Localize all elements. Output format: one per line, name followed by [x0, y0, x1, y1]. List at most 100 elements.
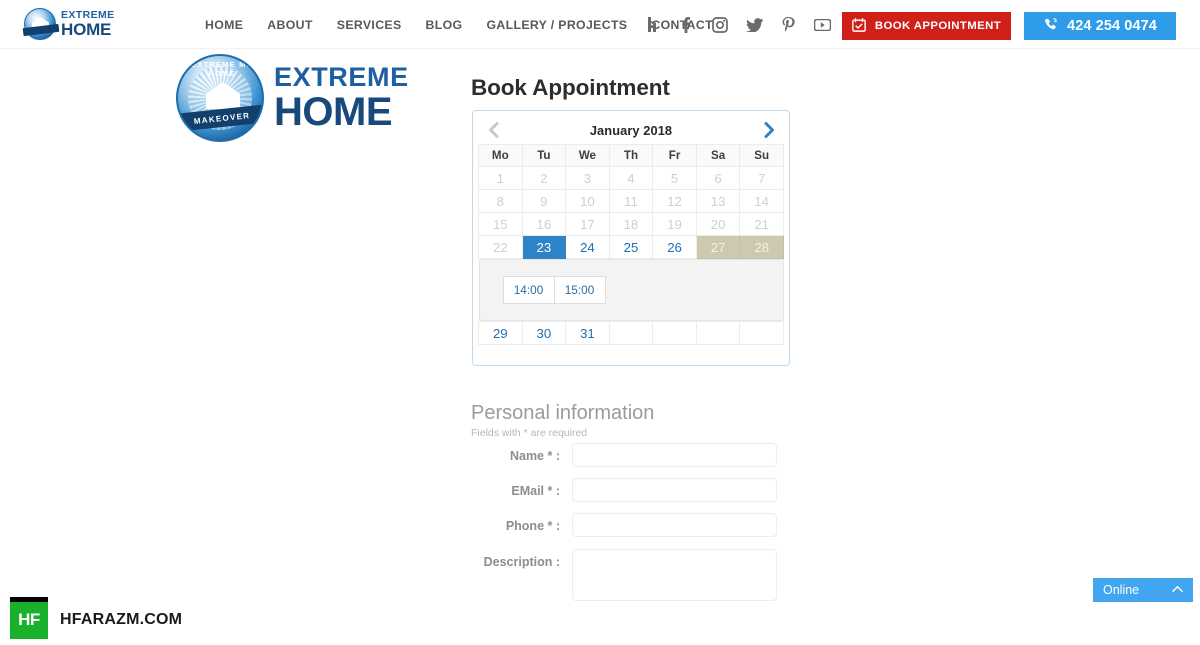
form-row-phone: Phone * : [440, 513, 792, 539]
calendar-day-4[interactable]: 4 [608, 166, 654, 190]
chevron-right-icon[interactable] [756, 118, 782, 142]
description-field[interactable] [572, 549, 777, 601]
calendar-day-28[interactable]: 28 [739, 235, 784, 259]
phone-button[interactable]: 424 254 0474 [1024, 12, 1176, 40]
houzz-icon[interactable] [643, 16, 661, 34]
description-label: Description : [483, 555, 560, 569]
calendar-day-29[interactable]: 29 [478, 321, 523, 345]
nav-item-blog[interactable]: BLOG [426, 18, 463, 32]
calendar-day-empty [652, 321, 697, 345]
nav-item-gallery-projects[interactable]: GALLERY / PROJECTS [486, 18, 627, 32]
calendar-day-9[interactable]: 9 [521, 189, 567, 213]
name-field[interactable] [572, 443, 777, 467]
weekday-th: Th [608, 144, 654, 167]
facebook-icon[interactable] [677, 16, 695, 34]
calendar-day-23[interactable]: 23 [521, 235, 567, 259]
weekday-mo: Mo [478, 144, 523, 167]
nav-item-home[interactable]: HOME [205, 18, 243, 32]
hero-logo: EXTREME ME HOME MAKEOVER EXTREME HOME [176, 52, 426, 144]
calendar-day-19[interactable]: 19 [652, 212, 697, 236]
calendar-day-empty [695, 321, 741, 345]
name-label: Name * : [509, 449, 560, 463]
calendar-week-row: 15 16 17 18 19 20 21 [478, 212, 784, 236]
book-appointment-button[interactable]: BOOK APPOINTMENT [842, 12, 1011, 40]
calendar-day-31[interactable]: 31 [565, 321, 610, 345]
calendar-day-26[interactable]: 26 [652, 235, 697, 259]
site-header: EXTREME HOME HOME ABOUT SERVICES BLOG GA… [0, 0, 1200, 49]
social-links [643, 0, 831, 49]
brand-line1: EXTREME [61, 8, 115, 21]
weekday-fr: Fr [652, 144, 697, 167]
calendar-day-1[interactable]: 1 [478, 166, 523, 190]
calendar-day-empty [608, 321, 654, 345]
calendar-week-row: 1234567 [478, 166, 784, 190]
calendar-body: 1 2 3 4 5 6 7 8 9 10 11 12 13 14 15 16 17 18 19 20 21 22 23 24 2… [478, 166, 784, 345]
weekday-sa: Sa [695, 144, 741, 167]
calendar-day-25[interactable]: 25 [608, 235, 654, 259]
calendar-header: January 2018 [478, 116, 784, 144]
calendar-day-15[interactable]: 15 [478, 212, 523, 236]
time-slot-row: 14:00 15:00 [478, 258, 784, 322]
hero-wordmark: EXTREME HOME [274, 62, 409, 134]
calendar-day-8[interactable]: 8 [478, 189, 523, 213]
brand-line2: HOME [61, 20, 112, 40]
calendar-day-17[interactable]: 17 [565, 212, 610, 236]
calendar-day-27[interactable]: 27 [695, 235, 741, 259]
calendar-day-7[interactable]: 7 [739, 166, 784, 190]
main-navigation: HOME ABOUT SERVICES BLOG GALLERY / PROJE… [205, 0, 713, 49]
time-slot-1400[interactable]: 14:00 [502, 276, 555, 304]
pinterest-icon[interactable] [779, 16, 797, 34]
calendar-day-24[interactable]: 24 [565, 235, 610, 259]
twitter-icon[interactable] [745, 16, 763, 34]
hero-word-extreme: EXTREME [274, 62, 409, 93]
phone-label: Phone * : [505, 519, 560, 533]
book-appointment-label: BOOK APPOINTMENT [874, 20, 1002, 32]
extreme-home-seal-icon [24, 8, 56, 40]
form-row-email: EMail * : [440, 478, 792, 504]
nav-item-services[interactable]: SERVICES [337, 18, 402, 32]
chevron-left-icon[interactable] [480, 118, 506, 142]
extreme-home-makeover-seal-icon: EXTREME ME HOME MAKEOVER [176, 54, 264, 142]
calendar-day-13[interactable]: 13 [695, 189, 741, 213]
form-row-name: Name * : [440, 443, 792, 469]
calendar-day-18[interactable]: 18 [608, 212, 654, 236]
youtube-icon[interactable] [813, 16, 831, 34]
online-chat-widget[interactable]: Online [1093, 578, 1193, 602]
nav-item-about[interactable]: ABOUT [267, 18, 312, 32]
phone-field[interactable] [572, 513, 777, 537]
chevron-up-icon [1172, 584, 1183, 596]
calendar-day-16[interactable]: 16 [521, 212, 567, 236]
calendar-week-row: 29 30 31 [478, 321, 784, 345]
calendar-day-5[interactable]: 5 [652, 166, 697, 190]
weekday-su: Su [739, 144, 784, 167]
seal-ribbon-text: MAKEOVER [193, 110, 251, 126]
calendar-day-2[interactable]: 2 [521, 166, 567, 190]
brand-wordmark: EXTREME HOME [61, 10, 115, 39]
calendar-day-6[interactable]: 6 [695, 166, 741, 190]
calendar-day-12[interactable]: 12 [652, 189, 697, 213]
calendar-weekday-row: Mo Tu We Th Fr Sa Su [478, 144, 784, 167]
phone-ring-icon [1043, 17, 1058, 36]
instagram-icon[interactable] [711, 16, 729, 34]
calendar-day-30[interactable]: 30 [521, 321, 567, 345]
brand-logo[interactable]: EXTREME HOME [24, 8, 115, 40]
calendar-day-14[interactable]: 14 [739, 189, 784, 213]
watermark-text: HFARAZM.COM [60, 611, 183, 628]
calendar-check-icon [852, 17, 866, 35]
calendar-day-20[interactable]: 20 [695, 212, 741, 236]
watermark-badge-text: HF [18, 610, 40, 629]
calendar-day-3[interactable]: 3 [565, 166, 610, 190]
seal-arc-text: EXTREME ME HOME [191, 60, 253, 78]
calendar-day-21[interactable]: 21 [739, 212, 784, 236]
hero-word-home: HOME [274, 89, 392, 134]
calendar-day-empty [739, 321, 784, 345]
calendar-day-11[interactable]: 11 [608, 189, 654, 213]
time-slot-1500[interactable]: 15:00 [553, 276, 606, 304]
required-fields-note: Fields with * are required [471, 427, 588, 439]
email-field[interactable] [572, 478, 777, 502]
calendar-week-row: 8 9 10 11 12 13 14 [478, 189, 784, 213]
appointment-calendar: January 2018 Mo Tu We Th Fr Sa Su 123456… [472, 110, 790, 366]
calendar-day-22[interactable]: 22 [478, 235, 523, 259]
chat-status-label: Online [1103, 583, 1140, 597]
calendar-day-10[interactable]: 10 [565, 189, 610, 213]
